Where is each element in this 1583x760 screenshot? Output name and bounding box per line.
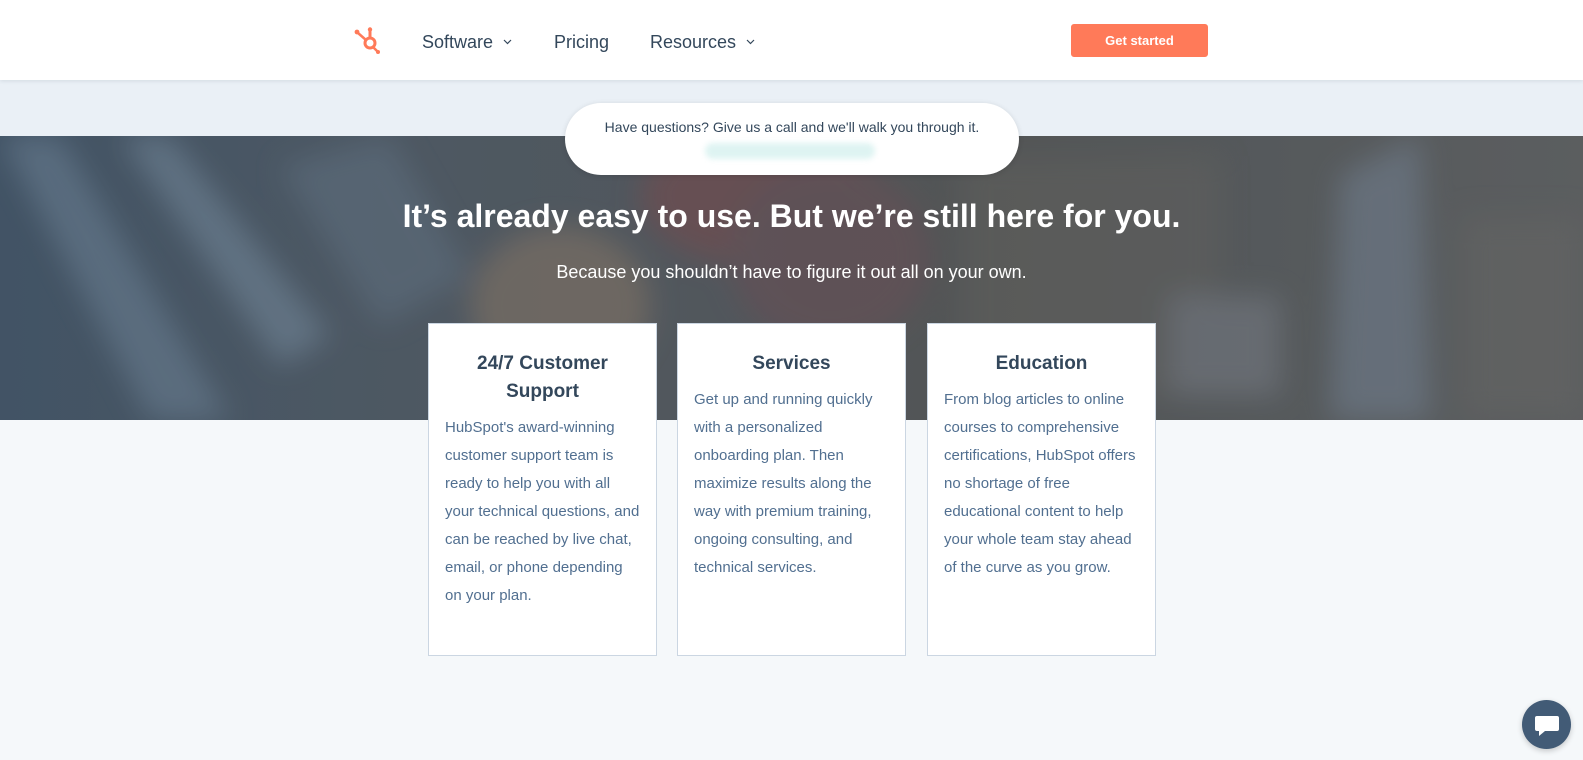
get-started-button[interactable]: Get started [1071,24,1208,57]
nav-item-resources[interactable]: Resources [650,30,755,54]
nav-item-label: Resources [650,31,737,52]
card-customer-support: 24/7 Customer Support HubSpot's award-wi… [428,323,657,656]
card-title: 24/7 Customer Support [477,353,608,402]
top-navigation: Software Pricing Resources Get started [0,0,1583,80]
call-prompt-text: Have questions? Give us a call and we'll… [604,119,980,135]
card-services: Services Get up and running quickly with… [677,323,906,656]
card-body: From blog articles to online courses to … [944,391,1136,576]
hero-title: It’s already easy to use. But we’re stil… [402,198,1181,234]
card-title: Services [752,353,831,374]
card-body: HubSpot's award-winning customer support… [445,419,640,604]
nav-item-software[interactable]: Software [422,30,512,54]
nav-item-label: Pricing [554,31,610,52]
chat-launcher-button[interactable] [1522,700,1571,749]
chat-bubble-icon [1534,715,1559,736]
card-body: Get up and running quickly with a person… [694,391,873,576]
chevron-down-icon [746,39,755,45]
nav-item-pricing[interactable]: Pricing [554,30,609,54]
chevron-down-icon [503,39,512,45]
card-education: Education From blog articles to online c… [927,323,1156,656]
phone-number-redacted[interactable] [705,143,875,159]
hubspot-sprocket-icon[interactable] [352,24,384,56]
card-title: Education [995,353,1088,374]
call-prompt-pill: Have questions? Give us a call and we'll… [565,103,1019,175]
hero-subtitle: Because you shouldn’t have to figure it … [556,262,1027,282]
nav-item-label: Software [422,31,494,52]
